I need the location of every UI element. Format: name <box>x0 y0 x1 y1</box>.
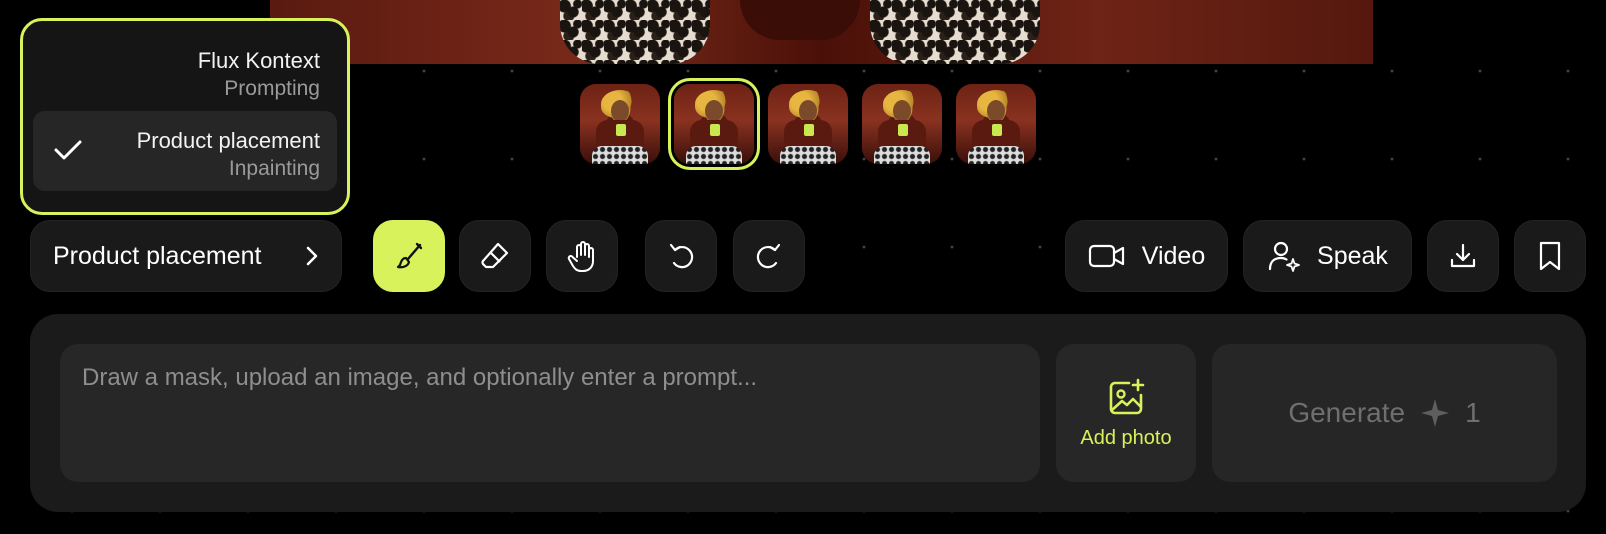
speak-button[interactable]: Speak <box>1243 220 1412 292</box>
generate-label: Generate <box>1288 397 1406 428</box>
download-icon <box>1450 243 1476 268</box>
eraser-tool-button[interactable] <box>459 220 531 292</box>
video-button[interactable]: Video <box>1065 220 1228 292</box>
thumbnail-selected[interactable] <box>674 84 754 164</box>
hand-icon <box>567 241 594 272</box>
eraser-icon <box>481 242 509 269</box>
menu-option-product-placement[interactable]: Product placement Inpainting <box>33 111 337 191</box>
model-selector-button[interactable]: Product placement <box>30 220 342 292</box>
undo-button[interactable] <box>645 220 717 292</box>
speak-button-label: Speak <box>1317 241 1388 270</box>
generate-button[interactable]: Generate 1 <box>1212 344 1557 482</box>
image-detail <box>560 0 710 64</box>
add-photo-label: Add photo <box>1080 426 1172 449</box>
model-menu: Flux Kontext Prompting Product placement… <box>20 18 350 215</box>
image-detail <box>870 0 1040 64</box>
thumbnail-strip <box>580 84 1036 164</box>
prompt-composer: Add photo Generate 1 <box>30 314 1586 512</box>
add-photo-button[interactable]: Add photo <box>1056 344 1196 482</box>
chevron-right-icon <box>306 246 318 266</box>
video-camera-icon <box>1088 244 1124 268</box>
menu-option-flux-kontext[interactable]: Flux Kontext Prompting <box>33 31 337 111</box>
prompt-input[interactable] <box>60 344 1040 482</box>
thumbnail[interactable] <box>862 84 942 164</box>
menu-option-title: Flux Kontext <box>197 48 320 73</box>
thumbnail[interactable] <box>768 84 848 164</box>
add-image-icon <box>1109 378 1145 414</box>
canvas-image[interactable] <box>270 0 1373 64</box>
user-sparkle-icon <box>1268 241 1300 272</box>
menu-option-subtitle: Prompting <box>224 77 320 100</box>
pan-tool-button[interactable] <box>546 220 618 292</box>
check-icon <box>54 140 82 160</box>
bookmark-icon <box>1539 241 1561 271</box>
redo-icon <box>756 243 781 269</box>
model-selector-label: Product placement <box>53 241 262 270</box>
brush-icon <box>396 242 423 269</box>
download-button[interactable] <box>1427 220 1499 292</box>
thumbnail[interactable] <box>580 84 660 164</box>
redo-button[interactable] <box>733 220 805 292</box>
undo-icon <box>669 243 694 269</box>
sparkle-icon <box>1421 399 1450 427</box>
video-button-label: Video <box>1141 241 1206 270</box>
generate-cost: 1 <box>1465 397 1481 428</box>
thumbnail[interactable] <box>956 84 1036 164</box>
image-detail <box>740 0 860 40</box>
brush-tool-button[interactable] <box>373 220 445 292</box>
bookmark-button[interactable] <box>1514 220 1586 292</box>
